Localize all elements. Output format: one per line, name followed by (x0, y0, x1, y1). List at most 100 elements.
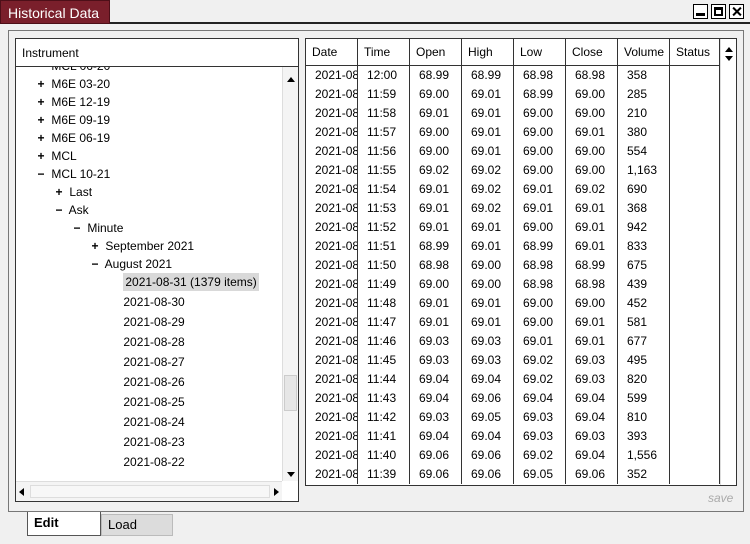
cell-close: 69.01 (566, 199, 618, 218)
cell-high: 69.02 (462, 180, 514, 199)
scroll-thumb-horizontal[interactable] (30, 485, 270, 498)
tree-item[interactable]: 2021-08-31 (1379 items) (106, 273, 259, 291)
tree-item[interactable]: + September 2021 (88, 237, 194, 255)
minimize-icon[interactable] (693, 4, 708, 19)
cell-status (670, 465, 720, 484)
expand-icon[interactable]: + (52, 183, 66, 201)
scroll-thumb[interactable] (284, 375, 297, 411)
cell-low: 69.02 (514, 446, 566, 465)
tree-item[interactable]: 2021-08-26 (106, 373, 184, 391)
tree-item[interactable]: 2021-08-29 (106, 313, 184, 331)
tree-item[interactable]: − August 2021 (88, 255, 172, 273)
tree-item-label: MCL 10-21 (51, 167, 111, 181)
save-button[interactable]: save (708, 491, 733, 505)
scroll-up-icon[interactable] (725, 47, 733, 52)
table-row[interactable]: 2021-08-3111:4769.0169.0169.0069.01581 (306, 313, 722, 332)
expand-icon[interactable]: + (34, 147, 48, 165)
tree-item-label: M6E 03-20 (51, 77, 111, 91)
table-row[interactable]: 2021-08-3111:5769.0069.0169.0069.01380 (306, 123, 722, 142)
column-header-low[interactable]: Low (514, 39, 566, 66)
table-row[interactable]: 2021-08-3111:4569.0369.0369.0269.03495 (306, 351, 722, 370)
column-header-time[interactable]: Time (358, 39, 410, 66)
scroll-up-icon[interactable] (287, 77, 295, 82)
tree-item[interactable]: + Last (52, 183, 92, 201)
expand-icon[interactable]: + (34, 129, 48, 147)
table-row[interactable]: 2021-08-3111:4369.0469.0669.0469.04599 (306, 389, 722, 408)
table-row[interactable]: 2021-08-3111:4169.0469.0469.0369.03393 (306, 427, 722, 446)
table-row[interactable]: 2021-08-3111:5869.0169.0169.0069.00210 (306, 104, 722, 123)
table-row[interactable]: 2021-08-3111:4069.0669.0669.0269.041,556 (306, 446, 722, 465)
tree-item[interactable]: + M6E 06-19 (34, 129, 110, 147)
cell-volume: 380 (618, 123, 670, 142)
tree-item[interactable]: + MCL (34, 147, 76, 165)
expand-icon[interactable]: + (34, 93, 48, 111)
tab-load[interactable]: Load (101, 514, 173, 536)
close-icon[interactable] (729, 4, 744, 19)
tree-vertical-scrollbar[interactable] (282, 67, 298, 481)
tree-item[interactable]: + M6E 03-20 (34, 75, 110, 93)
table-row[interactable]: 2021-08-3111:5469.0169.0269.0169.02690 (306, 180, 722, 199)
table-row[interactable]: 2021-08-3112:0068.9968.9968.9868.98358 (306, 66, 722, 85)
table-row[interactable]: 2021-08-3111:4669.0369.0369.0169.01677 (306, 332, 722, 351)
scroll-right-icon[interactable] (274, 488, 279, 496)
cell-volume: 368 (618, 199, 670, 218)
tree-item[interactable]: + M6E 12-19 (34, 93, 110, 111)
table-row[interactable]: 2021-08-3111:5068.9869.0068.9868.99675 (306, 256, 722, 275)
collapse-icon[interactable]: − (88, 255, 102, 273)
cell-time: 11:57 (358, 123, 410, 142)
scroll-down-icon[interactable] (725, 56, 733, 61)
tree-item[interactable]: 2021-08-25 (106, 393, 184, 411)
column-header-date[interactable]: Date (306, 39, 358, 66)
scroll-down-icon[interactable] (287, 472, 295, 477)
tab-edit[interactable]: Edit (27, 512, 101, 536)
cell-date: 2021-08-31 (306, 256, 358, 275)
cell-close: 68.99 (566, 256, 618, 275)
maximize-icon[interactable] (711, 4, 726, 19)
scroll-left-icon[interactable] (19, 488, 24, 496)
tree-horizontal-scrollbar[interactable] (16, 481, 282, 501)
table-row[interactable]: 2021-08-3111:5669.0069.0169.0069.00554 (306, 142, 722, 161)
expand-icon[interactable]: + (34, 111, 48, 129)
tree-item[interactable]: 2021-08-24 (106, 413, 184, 431)
column-header-high[interactable]: High (462, 39, 514, 66)
table-row[interactable]: 2021-08-3111:4869.0169.0169.0069.00452 (306, 294, 722, 313)
tree-item[interactable]: − Ask (52, 201, 88, 219)
expand-icon[interactable]: + (88, 237, 102, 255)
expand-icon[interactable]: + (34, 75, 48, 93)
tree-item[interactable]: − MCL 10-21 (34, 165, 110, 183)
tree-item[interactable]: − Minute (70, 219, 123, 237)
cell-high: 69.03 (462, 332, 514, 351)
collapse-icon[interactable]: − (52, 201, 66, 219)
tree-item[interactable]: 2021-08-30 (106, 293, 184, 311)
cell-high: 69.01 (462, 218, 514, 237)
cell-close: 69.04 (566, 389, 618, 408)
cell-close: 69.00 (566, 104, 618, 123)
column-header-close[interactable]: Close (566, 39, 618, 66)
tree-item[interactable]: 2021-08-22 (106, 453, 184, 471)
table-row[interactable]: 2021-08-3111:4969.0069.0068.9868.98439 (306, 275, 722, 294)
grid-vertical-scrollbar[interactable] (720, 39, 736, 485)
cell-high: 69.06 (462, 389, 514, 408)
tree-item[interactable]: MCL 06-20 (34, 67, 110, 75)
column-header-status[interactable]: Status (670, 39, 720, 66)
tree-item[interactable]: 2021-08-28 (106, 333, 184, 351)
column-header-open[interactable]: Open (410, 39, 462, 66)
tree-item[interactable]: 2021-08-23 (106, 433, 185, 451)
table-row[interactable]: 2021-08-3111:4469.0469.0469.0269.03820 (306, 370, 722, 389)
tree-item[interactable]: + M6E 09-19 (34, 111, 110, 129)
cell-close: 69.01 (566, 313, 618, 332)
table-row[interactable]: 2021-08-3111:5168.9969.0168.9969.01833 (306, 237, 722, 256)
table-row[interactable]: 2021-08-3111:3969.0669.0669.0569.06352 (306, 465, 722, 484)
collapse-icon[interactable]: − (70, 219, 84, 237)
table-row[interactable]: 2021-08-3111:5969.0069.0168.9969.00285 (306, 85, 722, 104)
table-row[interactable]: 2021-08-3111:5569.0269.0269.0069.001,163 (306, 161, 722, 180)
tree-item-label: 2021-08-23 (123, 435, 185, 449)
column-header-volume[interactable]: Volume (618, 39, 670, 66)
cell-status (670, 351, 720, 370)
table-row[interactable]: 2021-08-3111:4269.0369.0569.0369.04810 (306, 408, 722, 427)
table-row[interactable]: 2021-08-3111:5269.0169.0169.0069.01942 (306, 218, 722, 237)
table-row[interactable]: 2021-08-3111:5369.0169.0269.0169.01368 (306, 199, 722, 218)
collapse-icon[interactable]: − (34, 165, 48, 183)
tree-item[interactable]: 2021-08-27 (106, 353, 184, 371)
cell-volume: 833 (618, 237, 670, 256)
